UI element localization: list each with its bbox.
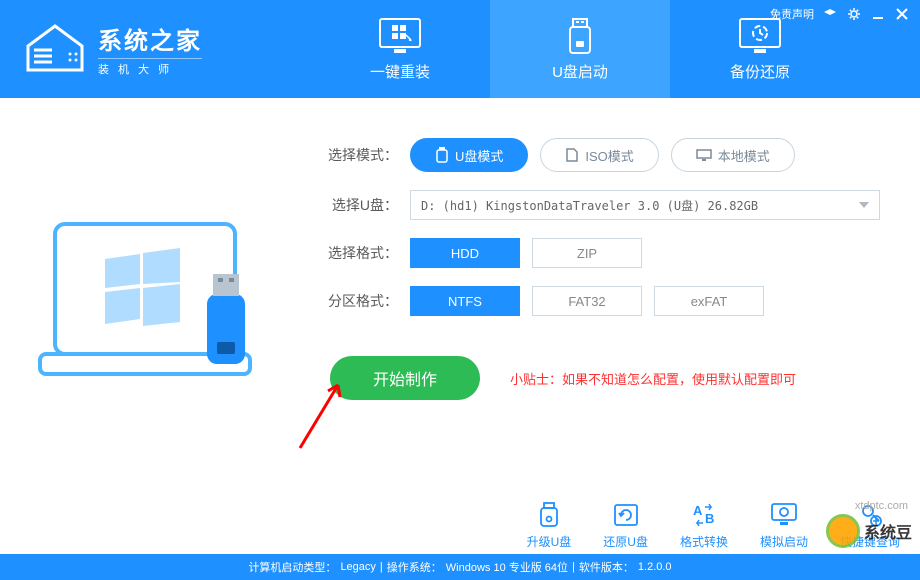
usb-label: 选择U盘：	[320, 195, 410, 215]
logo-subtitle: 装 机 大 师	[98, 58, 202, 77]
status-boot-label: 计算机启动类型：	[248, 559, 336, 575]
mode-local-button[interactable]: 本地模式	[671, 138, 795, 172]
start-create-button[interactable]: 开始制作	[330, 356, 480, 400]
main-content: 选择模式： U盘模式 ISO模式 本地模式 选择U盘： D: (hd1) Kin…	[0, 98, 920, 530]
monitor-icon	[378, 17, 422, 55]
partition-label: 分区格式：	[320, 291, 410, 311]
graduation-icon[interactable]	[822, 7, 838, 21]
watermark-logo-icon	[826, 514, 860, 548]
usb-row: 选择U盘： D: (hd1) KingstonDataTraveler 3.0 …	[320, 190, 890, 220]
tool-restore-usb[interactable]: 还原U盘	[603, 501, 648, 550]
gear-icon[interactable]	[846, 7, 862, 21]
usb-small-icon	[435, 147, 449, 163]
status-os-label: 操作系统：	[387, 559, 442, 575]
close-icon[interactable]	[894, 7, 910, 21]
top-links: 免责声明	[770, 6, 910, 22]
watermark-site: xtdptc.com	[855, 500, 908, 512]
start-row: 开始制作 小贴士：如果不知道怎么配置，使用默认配置即可	[320, 356, 890, 400]
status-os-value: Windows 10 专业版 64位	[446, 559, 568, 575]
mode-usb-button[interactable]: U盘模式	[410, 138, 528, 172]
nav-tab-usb-boot[interactable]: U盘启动	[490, 0, 670, 98]
partition-exfat-button[interactable]: exFAT	[654, 286, 764, 316]
mode-row: 选择模式： U盘模式 ISO模式 本地模式	[320, 138, 890, 172]
partition-row: 分区格式： NTFS FAT32 exFAT	[320, 286, 890, 316]
svg-text:B: B	[705, 511, 714, 526]
usb-drive-icon	[558, 17, 602, 55]
nav-tab-label: 备份还原	[730, 61, 790, 82]
backup-icon	[738, 17, 782, 55]
format-label: 选择格式：	[320, 243, 410, 263]
nav-tab-reinstall[interactable]: 一键重装	[310, 0, 490, 98]
disclaimer-link[interactable]: 免责声明	[770, 6, 814, 22]
status-ver-value: 1.2.0.0	[638, 561, 672, 573]
mode-label: 选择模式：	[320, 145, 410, 165]
logo-area: 系统之家 装 机 大 师	[0, 21, 310, 77]
monitor-small-icon	[696, 149, 712, 161]
usb-tool-icon	[534, 501, 564, 529]
format-row: 选择格式： HDD ZIP	[320, 238, 890, 268]
format-hdd-button[interactable]: HDD	[410, 238, 520, 268]
status-ver-label: 软件版本：	[579, 559, 634, 575]
watermark: 系统豆	[826, 514, 912, 548]
house-logo-icon	[20, 24, 90, 74]
right-content: 选择模式： U盘模式 ISO模式 本地模式 选择U盘： D: (hd1) Kin…	[310, 98, 920, 530]
header-bar: 系统之家 装 机 大 师 一键重装 U盘启动 备份还原 免责声明	[0, 0, 920, 98]
nav-tab-label: 一键重装	[370, 61, 430, 82]
svg-text:A: A	[693, 503, 703, 518]
usb-dropdown[interactable]: D: (hd1) KingstonDataTraveler 3.0 (U盘) 2…	[410, 190, 880, 220]
nav-tab-label: U盘启动	[552, 61, 608, 82]
restore-tool-icon	[611, 501, 641, 529]
tip-text: 小贴士：如果不知道怎么配置，使用默认配置即可	[510, 369, 796, 388]
convert-tool-icon: AB	[689, 501, 719, 529]
watermark-brand: 系统豆	[864, 519, 912, 543]
format-zip-button[interactable]: ZIP	[532, 238, 642, 268]
status-boot-value: Legacy	[340, 561, 375, 573]
logo-title: 系统之家	[98, 21, 202, 56]
tool-format-convert[interactable]: AB 格式转换	[680, 501, 728, 550]
tool-simulate-boot[interactable]: 模拟启动	[760, 501, 808, 550]
simulate-tool-icon	[769, 501, 799, 529]
mode-iso-button[interactable]: ISO模式	[540, 138, 658, 172]
status-bar: 计算机启动类型： Legacy | 操作系统： Windows 10 专业版 6…	[0, 554, 920, 580]
tool-upgrade-usb[interactable]: 升级U盘	[527, 501, 572, 550]
laptop-usb-illustration	[35, 214, 275, 414]
partition-fat32-button[interactable]: FAT32	[532, 286, 642, 316]
iso-file-icon	[565, 148, 579, 162]
minimize-icon[interactable]	[870, 7, 886, 21]
left-illustration	[0, 98, 310, 530]
partition-ntfs-button[interactable]: NTFS	[410, 286, 520, 316]
